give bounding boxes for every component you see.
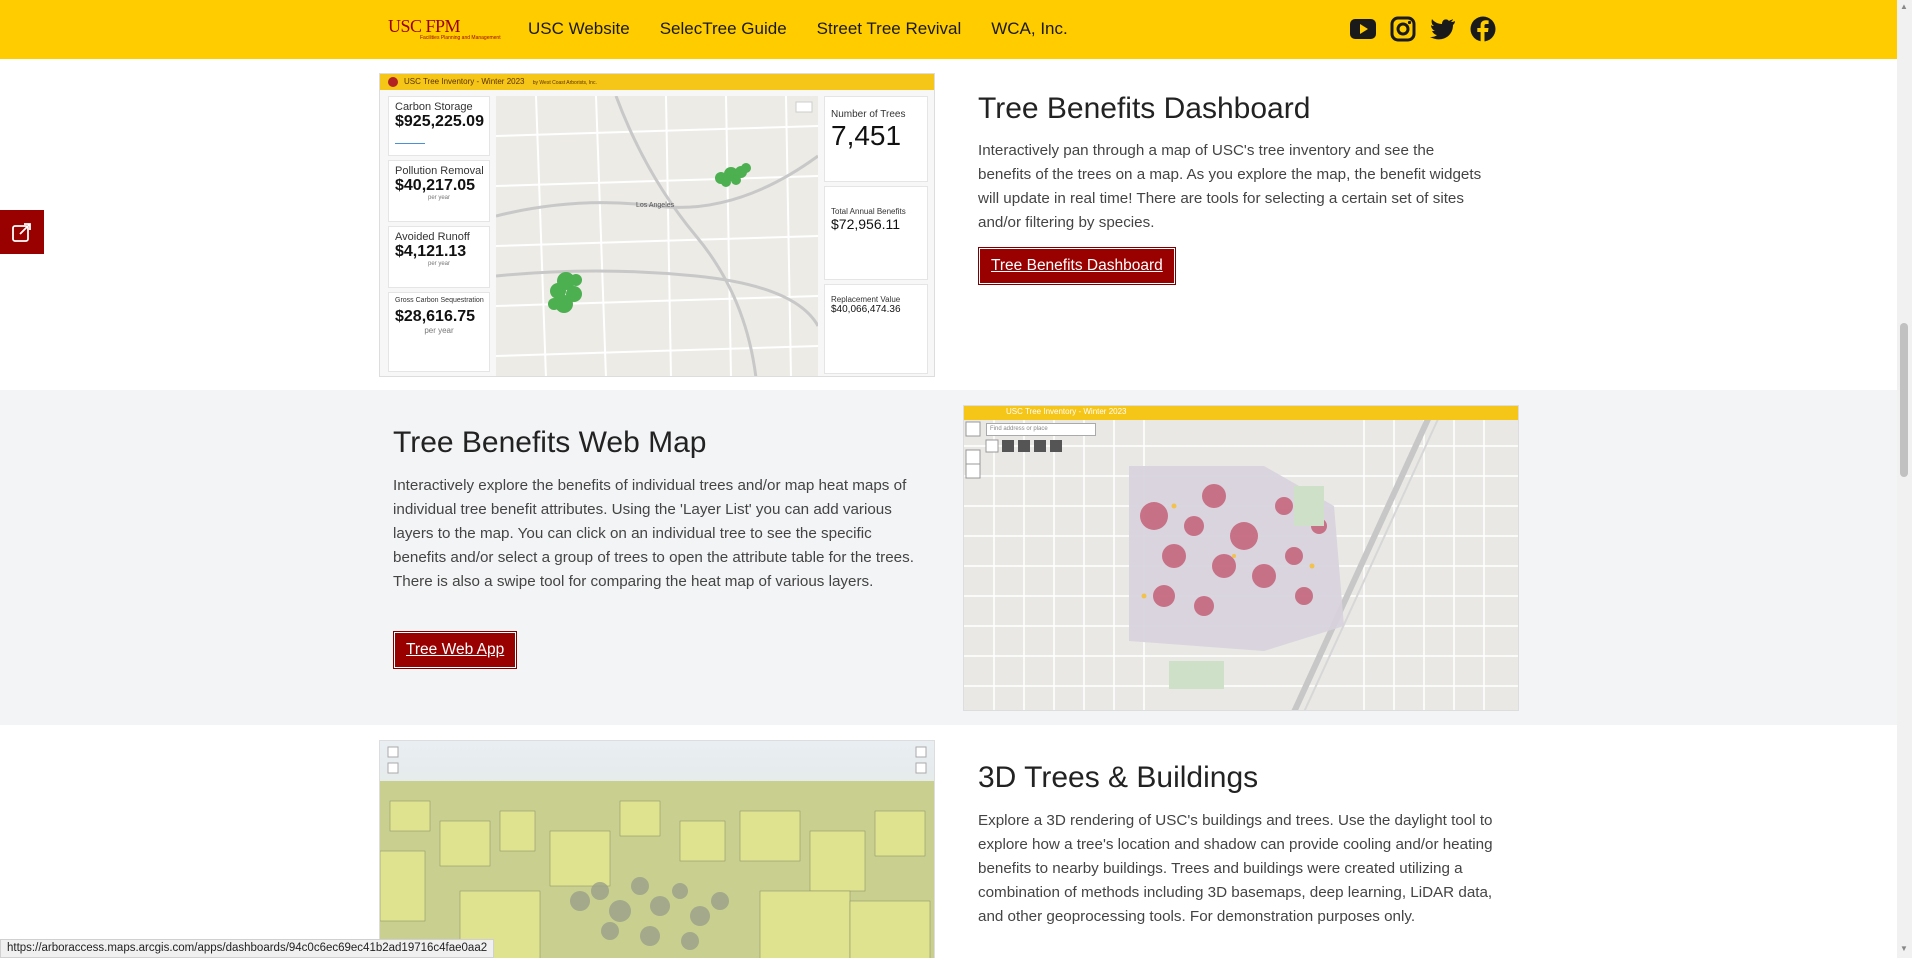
youtube-icon[interactable] [1350, 16, 1376, 42]
section-title-3d: 3D Trees & Buildings [978, 761, 1259, 794]
section-text-dashboard: Interactively pan through a map of USC's… [978, 142, 1482, 231]
runoff-value: $4,121.13 [395, 243, 467, 260]
sequestration-per-year: per year [424, 326, 454, 335]
page-scrollbar[interactable] [1897, 0, 1912, 958]
social-links [1350, 16, 1496, 42]
dashboard-bar-sub: by West Coast Arborists, Inc. [532, 80, 597, 86]
pollution-value: $40,217.05 [395, 177, 476, 194]
tree-web-app-button[interactable]: Tree Web App [393, 631, 518, 669]
annual-benefits-value: $72,956.11 [831, 216, 901, 232]
main-nav: USC Website SelecTree Guide Street Tree … [528, 19, 1068, 39]
instagram-icon[interactable] [1390, 16, 1416, 42]
carbon-storage-card: Carbon Storage $925,225.09 [388, 96, 490, 156]
nav-wca-inc[interactable]: WCA, Inc. [991, 19, 1068, 39]
replacement-value: $40,066,474.36 [831, 304, 901, 315]
pollution-card: Pollution Removal $40,217.05 per year [388, 160, 490, 222]
runoff-card: Avoided Runoff $4,121.13 per year [388, 226, 490, 288]
nav-street-tree-revival[interactable]: Street Tree Revival [817, 19, 962, 39]
tree-benefits-dashboard-button[interactable]: Tree Benefits Dashboard [978, 247, 1176, 285]
webmap-search-placeholder: Find address or place [990, 426, 1048, 432]
dashboard-thumbnail[interactable]: USC Tree Inventory - Winter 2023 by West… [379, 73, 935, 377]
pollution-label: Pollution Removal [395, 165, 484, 177]
tree-count-card: Number of Trees 7,451 [824, 96, 928, 182]
sequestration-label: Gross Carbon Sequestration [395, 297, 484, 304]
tree-count-value: 7,451 [831, 120, 902, 151]
3d-scene-thumbnail[interactable] [379, 740, 935, 958]
webmap-section [0, 390, 1897, 725]
pollution-per-year: per year [427, 195, 450, 201]
logo-subtext: Facilities Planning and Management [420, 35, 501, 41]
webmap-thumbnail[interactable]: USC Tree Inventory - Winter 2023 Find ad… [963, 405, 1519, 711]
usc-fpm-logo[interactable]: USC FPM Facilities Planning and Manageme… [388, 16, 501, 42]
link-status-bar: https://arboraccess.maps.arcgis.com/apps… [0, 939, 495, 958]
scroll-up-arrow[interactable]: ▲ [1899, 2, 1909, 12]
section-title-dashboard: Tree Benefits Dashboard [978, 92, 1311, 125]
share-button[interactable] [0, 210, 44, 254]
replacement-label: Replacement Value [831, 295, 901, 304]
replacement-value-card: Replacement Value $40,066,474.36 [824, 284, 928, 374]
runoff-per-year: per year [427, 261, 450, 267]
dashboard-title-bar: USC Tree Inventory - Winter 2023 by West… [380, 74, 934, 90]
map-label-los-angeles: Los Angeles [636, 202, 675, 209]
dashboard-map[interactable]: Los Angeles [496, 96, 818, 376]
carbon-storage-value: $925,225.09 [395, 113, 484, 130]
section-title-webmap: Tree Benefits Web Map [393, 426, 707, 459]
annual-benefits-label: Total Annual Benefits [831, 207, 906, 216]
twitter-icon[interactable] [1430, 16, 1456, 42]
site-header: USC FPM Facilities Planning and Manageme… [0, 0, 1897, 59]
webmap-search-box[interactable]: Find address or place [986, 423, 1096, 436]
facebook-icon[interactable] [1470, 16, 1496, 42]
scroll-down-arrow[interactable]: ▼ [1899, 944, 1909, 954]
section-text-webmap: Interactively explore the benefits of in… [393, 477, 914, 590]
scrollbar-thumb[interactable] [1900, 323, 1908, 477]
annual-benefits-card: Total Annual Benefits $72,956.11 [824, 186, 928, 280]
tree-logo-icon [388, 77, 398, 87]
sequestration-value: $28,616.75 [395, 308, 476, 325]
share-icon [12, 223, 31, 242]
nav-selectree-guide[interactable]: SelecTree Guide [660, 19, 787, 39]
webmap-bar-title: USC Tree Inventory - Winter 2023 [1006, 407, 1127, 416]
nav-usc-website[interactable]: USC Website [528, 19, 630, 39]
dashboard-bar-title: USC Tree Inventory - Winter 2023 [404, 77, 525, 86]
carbon-storage-label: Carbon Storage [395, 101, 473, 113]
logo-text: USC FPM [388, 16, 461, 36]
sequestration-card: Gross Carbon Sequestration $28,616.75 pe… [388, 292, 490, 372]
runoff-label: Avoided Runoff [395, 231, 470, 243]
tree-count-label: Number of Trees [831, 109, 906, 120]
section-text-3d: Explore a 3D rendering of USC's building… [978, 812, 1493, 925]
